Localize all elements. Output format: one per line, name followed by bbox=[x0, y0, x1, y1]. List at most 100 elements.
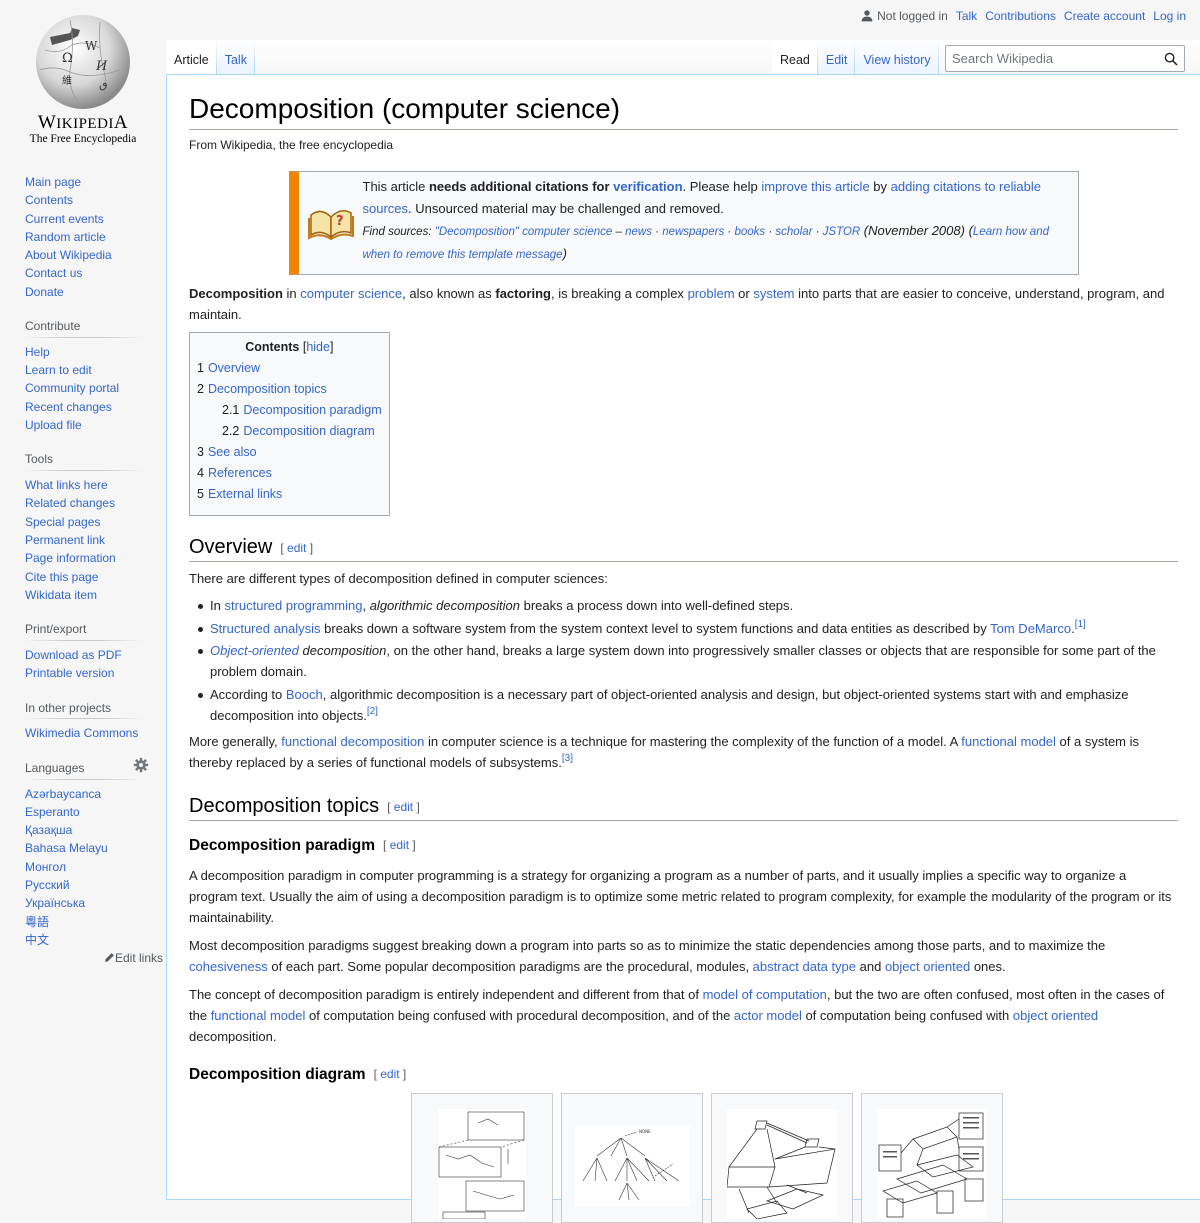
toc-link[interactable]: See also bbox=[208, 445, 257, 459]
structured-analysis-link[interactable]: Structured analysis bbox=[210, 621, 321, 636]
model-of-computation-link[interactable]: model of computation bbox=[703, 987, 827, 1002]
reference-link[interactable]: [3] bbox=[562, 753, 573, 764]
log-in-link[interactable]: Log in bbox=[1153, 9, 1186, 23]
cohesiveness-link[interactable]: cohesiveness bbox=[189, 959, 268, 974]
edit-section-link[interactable]: edit bbox=[380, 1067, 399, 1081]
sidebar-item-main-page[interactable]: Main page bbox=[25, 175, 81, 189]
search-button[interactable] bbox=[1158, 46, 1184, 71]
sidebar-item-wikidata-item[interactable]: Wikidata item bbox=[25, 588, 97, 602]
toc-item-decomposition-paradigm[interactable]: 2.1 Decomposition paradigm bbox=[197, 400, 382, 421]
language-link[interactable]: Қазақша bbox=[25, 823, 72, 837]
sidebar-item-page-information[interactable]: Page information bbox=[25, 551, 116, 565]
find-sources-scholar-link[interactable]: scholar bbox=[775, 226, 812, 238]
sidebar-item-permanent-link[interactable]: Permanent link bbox=[25, 533, 105, 547]
sidebar-item-help[interactable]: Help bbox=[25, 345, 50, 359]
reference-link[interactable]: [1] bbox=[1075, 619, 1086, 630]
computer-science-link[interactable]: computer science bbox=[300, 286, 402, 301]
create-account-link[interactable]: Create account bbox=[1064, 9, 1145, 23]
sidebar-item-learn-to-edit[interactable]: Learn to edit bbox=[25, 363, 92, 377]
toc-hide-toggle[interactable]: hide bbox=[306, 340, 330, 354]
edit-links[interactable]: Edit links bbox=[25, 951, 163, 965]
toc-item-decomposition-topics[interactable]: 2 Decomposition topics bbox=[197, 379, 382, 400]
toc-link[interactable]: Decomposition paradigm bbox=[243, 403, 381, 417]
sidebar-item-current-events[interactable]: Current events bbox=[25, 212, 104, 226]
sidebar-item-random-article[interactable]: Random article bbox=[25, 230, 106, 244]
functional-decomposition-link[interactable]: functional decomposition bbox=[281, 734, 424, 749]
toc-link[interactable]: Overview bbox=[208, 361, 260, 375]
problem-link[interactable]: problem bbox=[688, 286, 735, 301]
improve-article-link[interactable]: improve this article bbox=[761, 179, 869, 194]
language-link[interactable]: 中文 bbox=[25, 933, 49, 947]
tab-edit-label[interactable]: Edit bbox=[826, 53, 848, 67]
gallery-item[interactable] bbox=[861, 1093, 1003, 1223]
toc-item-decomposition-diagram[interactable]: 2.2 Decomposition diagram bbox=[197, 421, 382, 442]
toc-link[interactable]: References bbox=[208, 466, 272, 480]
sidebar-item-printable-version[interactable]: Printable version bbox=[25, 666, 114, 680]
gallery-item[interactable] bbox=[711, 1093, 853, 1223]
gallery-item[interactable] bbox=[411, 1093, 553, 1223]
verification-link[interactable]: verification bbox=[613, 179, 682, 194]
edit-section-link[interactable]: edit bbox=[390, 838, 409, 852]
toc-item-references[interactable]: 4 References bbox=[197, 463, 382, 484]
language-link[interactable]: Azərbaycanca bbox=[25, 787, 101, 801]
tab-article[interactable]: Article bbox=[166, 40, 217, 75]
edit-section-link[interactable]: edit bbox=[287, 541, 306, 555]
design-model-image[interactable] bbox=[727, 1109, 837, 1220]
sidebar-item-contents[interactable]: Contents bbox=[25, 193, 73, 207]
toc-item-overview[interactable]: 1 Overview bbox=[197, 358, 382, 379]
sidebar-item-related-changes[interactable]: Related changes bbox=[25, 496, 115, 510]
edit-section-link[interactable]: edit bbox=[394, 800, 413, 814]
sidebar-item-cite-this-page[interactable]: Cite this page bbox=[25, 570, 98, 584]
toc-link[interactable]: Decomposition topics bbox=[208, 382, 327, 396]
language-link[interactable]: Монгол bbox=[25, 860, 66, 874]
object-oriented-link[interactable]: object oriented bbox=[1013, 1008, 1098, 1023]
language-link[interactable]: Bahasa Melayu bbox=[25, 841, 108, 855]
sidebar-item-recent-changes[interactable]: Recent changes bbox=[25, 400, 112, 414]
find-sources-jstor-link[interactable]: JSTOR bbox=[823, 226, 861, 238]
language-link[interactable]: Українська bbox=[25, 896, 85, 910]
functional-model-link[interactable]: functional model bbox=[961, 734, 1056, 749]
sidebar-item-community-portal[interactable]: Community portal bbox=[25, 381, 119, 395]
sidebar-item-download-pdf[interactable]: Download as PDF bbox=[25, 648, 122, 662]
functional-model-link[interactable]: functional model bbox=[211, 1008, 306, 1023]
gear-icon[interactable] bbox=[133, 757, 149, 773]
tab-view-history[interactable]: View history bbox=[855, 40, 939, 75]
decomposition-tree-image[interactable]: NONE bbox=[574, 1126, 690, 1207]
tab-talk[interactable]: Talk bbox=[216, 40, 256, 75]
find-sources-query-link[interactable]: "Decomposition" computer science bbox=[435, 226, 613, 238]
language-link[interactable]: 粵語 bbox=[25, 915, 49, 929]
sidebar-item-donate[interactable]: Donate bbox=[25, 285, 64, 299]
talk-link[interactable]: Talk bbox=[956, 9, 977, 23]
find-sources-news-link[interactable]: news bbox=[625, 226, 652, 238]
tab-view-history-label[interactable]: View history bbox=[863, 53, 930, 67]
system-link[interactable]: system bbox=[753, 286, 794, 301]
language-link[interactable]: Русский bbox=[25, 878, 70, 892]
toc-link[interactable]: Decomposition diagram bbox=[243, 424, 374, 438]
sidebar-item-special-pages[interactable]: Special pages bbox=[25, 515, 100, 529]
gallery-item[interactable]: NONE bbox=[561, 1093, 703, 1223]
search-input[interactable] bbox=[946, 51, 1158, 66]
sidebar-item-wikimedia-commons[interactable]: Wikimedia Commons bbox=[25, 726, 138, 740]
object-oriented-link[interactable]: Object-oriented bbox=[210, 643, 299, 658]
toc-link[interactable]: External links bbox=[208, 487, 282, 501]
reference-link[interactable]: [2] bbox=[367, 706, 378, 717]
sidebar-item-upload-file[interactable]: Upload file bbox=[25, 418, 82, 432]
abstract-data-type-link[interactable]: abstract data type bbox=[753, 959, 856, 974]
toc-item-see-also[interactable]: 3 See also bbox=[197, 442, 382, 463]
sidebar-item-what-links-here[interactable]: What links here bbox=[25, 478, 108, 492]
tab-talk-label[interactable]: Talk bbox=[225, 53, 247, 67]
requirements-model-image[interactable] bbox=[877, 1109, 987, 1220]
find-sources-newspapers-link[interactable]: newspapers bbox=[662, 226, 724, 238]
decomposition-diagram-1-image[interactable] bbox=[438, 1109, 526, 1220]
tom-demarco-link[interactable]: Tom DeMarco bbox=[990, 621, 1071, 636]
tab-read[interactable]: Read bbox=[772, 40, 818, 75]
actor-model-link[interactable]: actor model bbox=[734, 1008, 802, 1023]
booch-link[interactable]: Booch bbox=[286, 687, 323, 702]
object-oriented-link[interactable]: object oriented bbox=[885, 959, 970, 974]
structured-programming-link[interactable]: structured programming bbox=[224, 598, 362, 613]
language-link[interactable]: Esperanto bbox=[25, 805, 80, 819]
contributions-link[interactable]: Contributions bbox=[985, 9, 1056, 23]
find-sources-books-link[interactable]: books bbox=[734, 226, 765, 238]
sidebar-item-contact-us[interactable]: Contact us bbox=[25, 266, 82, 280]
sidebar-item-about-wikipedia[interactable]: About Wikipedia bbox=[25, 248, 112, 262]
